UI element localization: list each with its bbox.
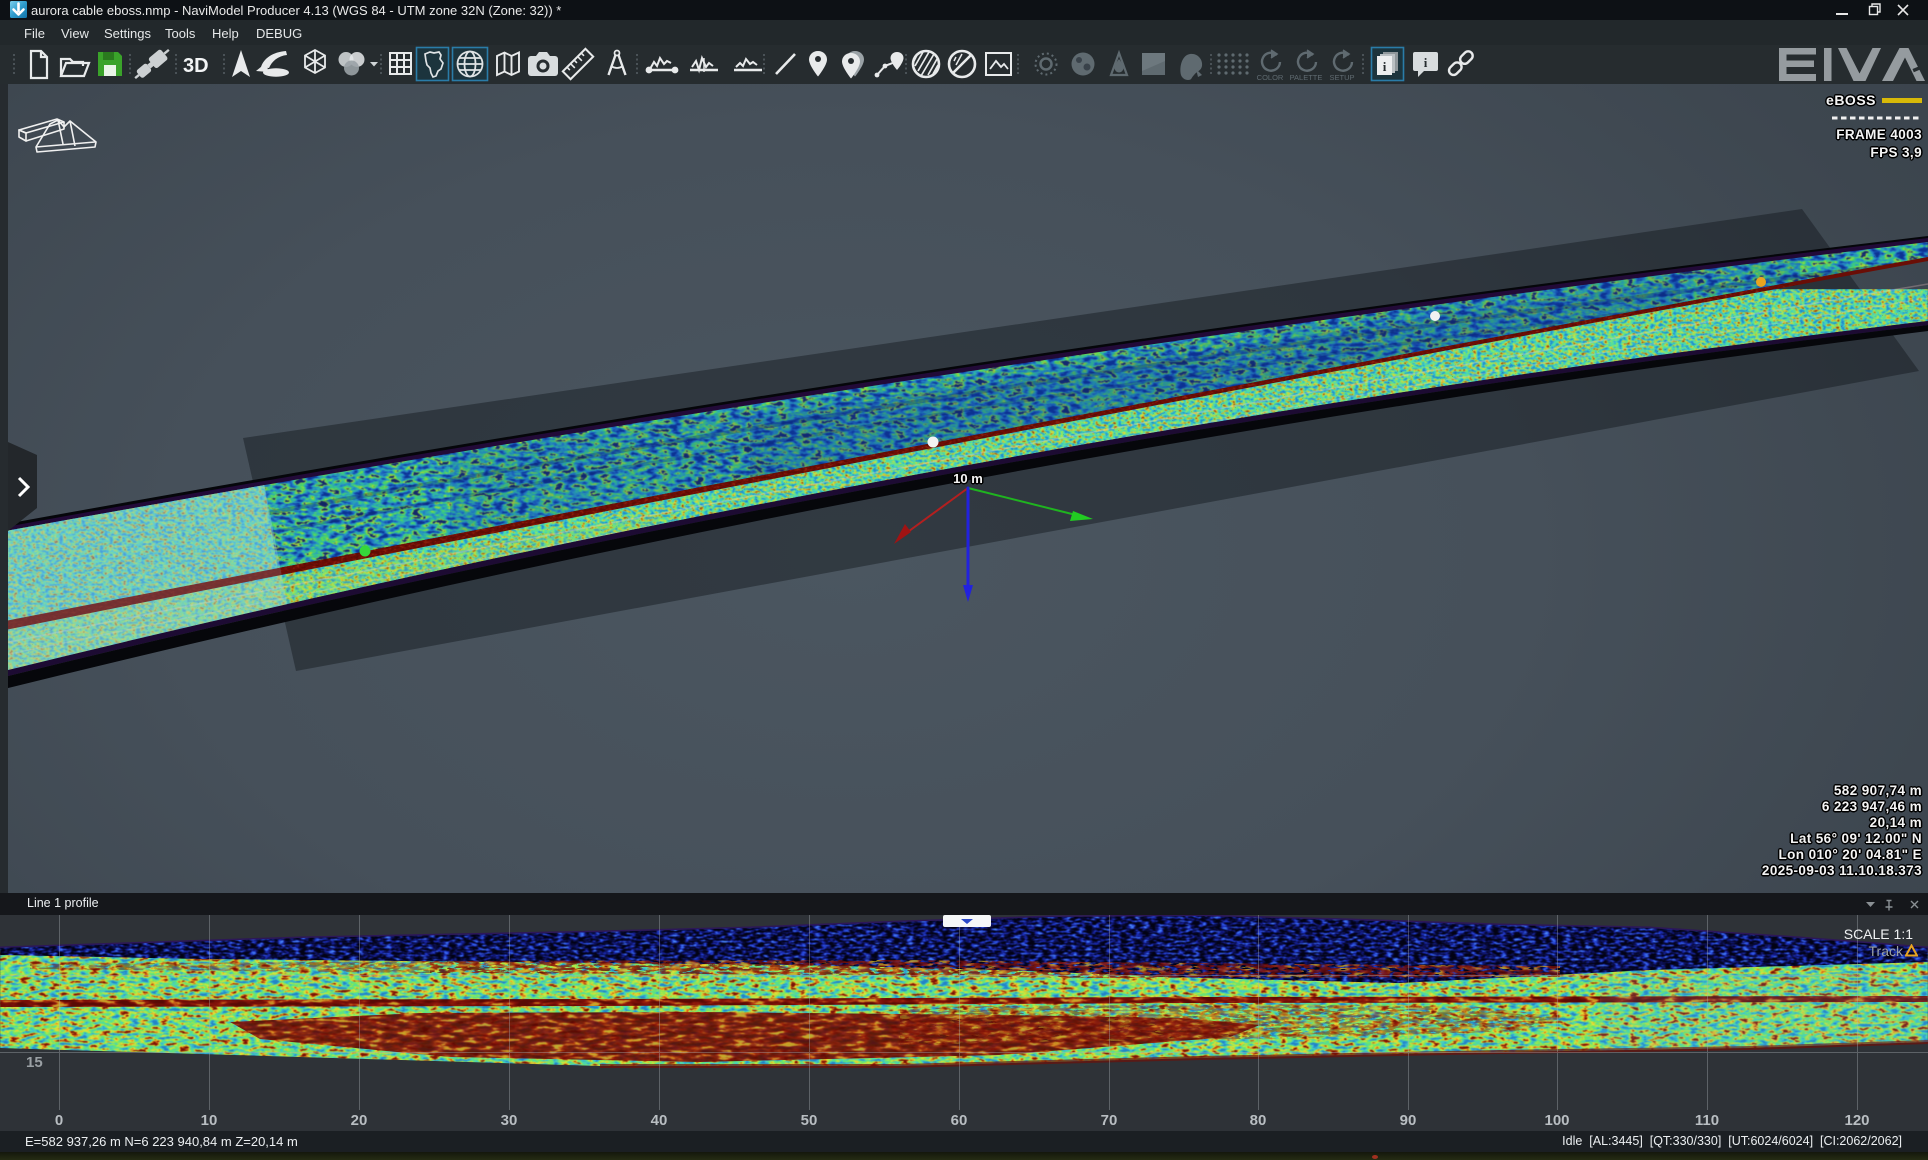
svg-text:i: i [1383, 59, 1387, 74]
svg-text:i: i [1424, 55, 1428, 70]
svg-text:3D: 3D [183, 55, 209, 77]
svg-text:PALETTE: PALETTE [1290, 73, 1323, 82]
svg-text:COLOR: COLOR [1257, 73, 1284, 82]
svg-text:SETUP: SETUP [1329, 73, 1354, 82]
